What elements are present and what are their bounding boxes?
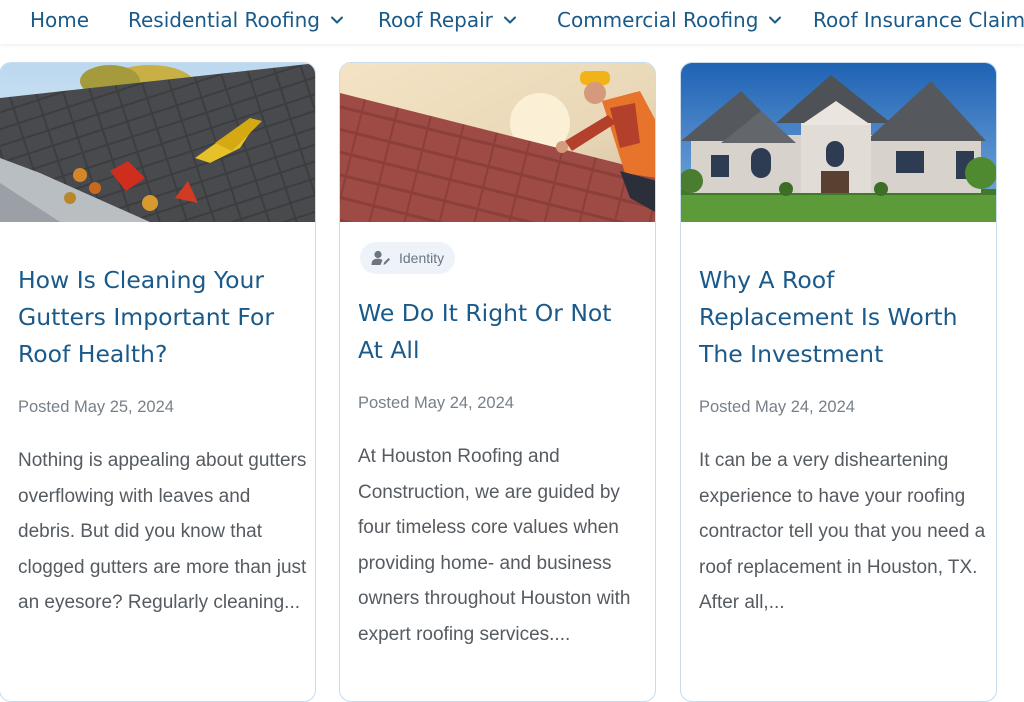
post-image[interactable] bbox=[0, 63, 315, 222]
post-title[interactable]: We Do It Right Or Not At All bbox=[358, 295, 643, 369]
blog-card-core-values[interactable]: Identity We Do It Right Or Not At All Po… bbox=[339, 62, 656, 702]
nav-item-residential-roofing[interactable]: Residential Roofing bbox=[128, 8, 344, 32]
chevron-down-icon bbox=[330, 16, 343, 24]
nav-item-label: Home bbox=[30, 8, 90, 32]
nav-item-label: Roof Insurance Claims bbox=[813, 8, 1024, 32]
post-image[interactable] bbox=[681, 63, 996, 222]
nav-item-label: Roof Repair bbox=[378, 8, 493, 32]
post-excerpt: It can be a very disheartening experienc… bbox=[699, 450, 986, 614]
nav-item-label: Commercial Roofing bbox=[557, 8, 759, 32]
post-title[interactable]: Why A Roof Replacement Is Worth The Inve… bbox=[699, 262, 984, 373]
nav-item-home[interactable]: Home bbox=[30, 8, 89, 32]
post-excerpt: Nothing is appealing about gutters overf… bbox=[18, 450, 307, 614]
category-label: Identity bbox=[399, 250, 445, 266]
post-excerpt: At Houston Roofing and Construction, we … bbox=[358, 446, 631, 645]
post-date: Posted May 25, 2024 bbox=[18, 398, 174, 416]
blog-card-gutters[interactable]: How Is Cleaning Your Gutters Important F… bbox=[0, 62, 316, 702]
nav-item-roof-repair[interactable]: Roof Repair bbox=[378, 8, 517, 32]
blog-card-roof-replacement[interactable]: Why A Roof Replacement Is Worth The Inve… bbox=[680, 62, 997, 702]
post-image[interactable] bbox=[340, 63, 655, 222]
post-date: Posted May 24, 2024 bbox=[358, 394, 514, 412]
user-edit-icon bbox=[371, 250, 390, 265]
chevron-down-icon bbox=[769, 16, 782, 24]
nav-item-label: Residential Roofing bbox=[128, 8, 320, 32]
nav-item-commercial-roofing[interactable]: Commercial Roofing bbox=[557, 8, 782, 32]
chevron-down-icon bbox=[503, 16, 516, 24]
post-title[interactable]: How Is Cleaning Your Gutters Important F… bbox=[18, 262, 303, 373]
nav-item-roof-insurance-claims[interactable]: Roof Insurance Claims bbox=[813, 8, 1024, 32]
main-navigation: Home Residential Roofing Roof Repair Com… bbox=[0, 0, 1024, 44]
category-badge[interactable]: Identity bbox=[360, 242, 456, 274]
post-date: Posted May 24, 2024 bbox=[699, 398, 855, 416]
